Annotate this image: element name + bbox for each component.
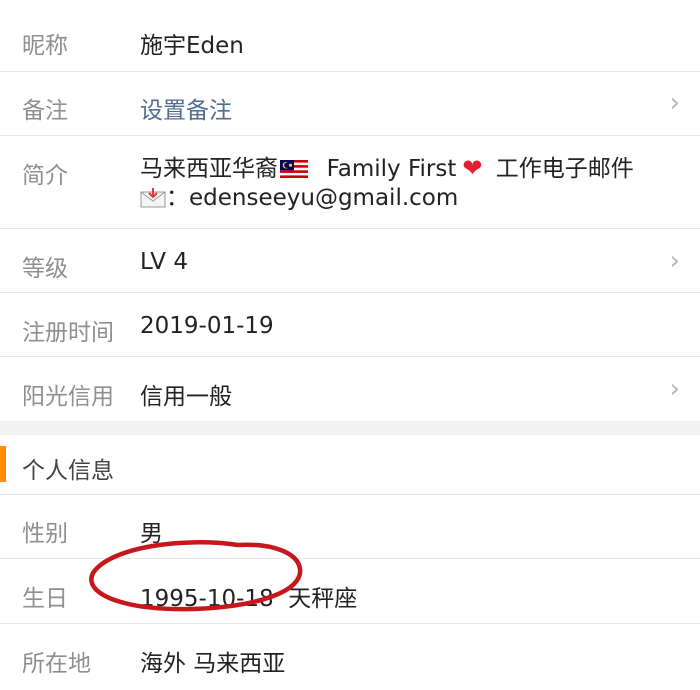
incoming-envelope-icon: [140, 188, 166, 208]
chevron-right-icon: ›: [669, 374, 680, 404]
location-value: 海外 马来西亚: [140, 651, 286, 677]
bio-part-work-email-label: 工作电子邮件: [495, 156, 634, 182]
location-row: 所在地 海外 马来西亚: [0, 624, 700, 690]
chevron-right-icon: ›: [669, 246, 680, 276]
red-circle-annotation: [89, 540, 303, 612]
bio-label: 简介: [22, 163, 68, 189]
nickname-row: 昵称 施宇Eden: [0, 0, 700, 72]
section-divider: [0, 421, 700, 435]
bio-part-email[interactable]: ：edenseeyu@gmail.com: [166, 185, 458, 211]
sunshine-credit-value: 信用一般: [140, 384, 232, 410]
section-accent-bar: [0, 446, 6, 482]
level-value: LV 4: [140, 249, 188, 275]
bio-part-motto: Family First: [326, 156, 457, 182]
sunshine-credit-label: 阳光信用: [22, 384, 114, 410]
birthday-label: 生日: [22, 586, 68, 612]
level-row[interactable]: 等级 LV 4 ›: [0, 229, 700, 293]
personal-info-header: 个人信息: [0, 435, 700, 495]
nickname-label: 昵称: [22, 33, 68, 59]
location-label: 所在地: [22, 651, 91, 677]
gender-label: 性别: [22, 521, 68, 547]
set-remark-link[interactable]: 设置备注: [140, 91, 232, 125]
bio-part-heritage: 马来西亚华裔: [140, 156, 278, 182]
remark-row[interactable]: 备注 设置备注 ›: [0, 72, 700, 136]
register-time-row: 注册时间 2019-01-19: [0, 293, 700, 357]
malaysia-flag-icon: [280, 160, 308, 178]
nickname-value: 施宇Eden: [140, 33, 244, 59]
remark-label: 备注: [22, 98, 68, 124]
bio-text: 马来西亚华裔 Family First ❤ 工作电子邮件 ：edenseeyu@g…: [140, 154, 680, 213]
chevron-right-icon: ›: [669, 88, 680, 118]
register-time-label: 注册时间: [22, 320, 114, 346]
level-label: 等级: [22, 256, 68, 282]
sunshine-credit-row[interactable]: 阳光信用 信用一般 ›: [0, 357, 700, 421]
red-heart-icon: ❤: [462, 154, 483, 182]
personal-info-title: 个人信息: [22, 458, 114, 484]
register-time-value: 2019-01-19: [140, 313, 274, 339]
